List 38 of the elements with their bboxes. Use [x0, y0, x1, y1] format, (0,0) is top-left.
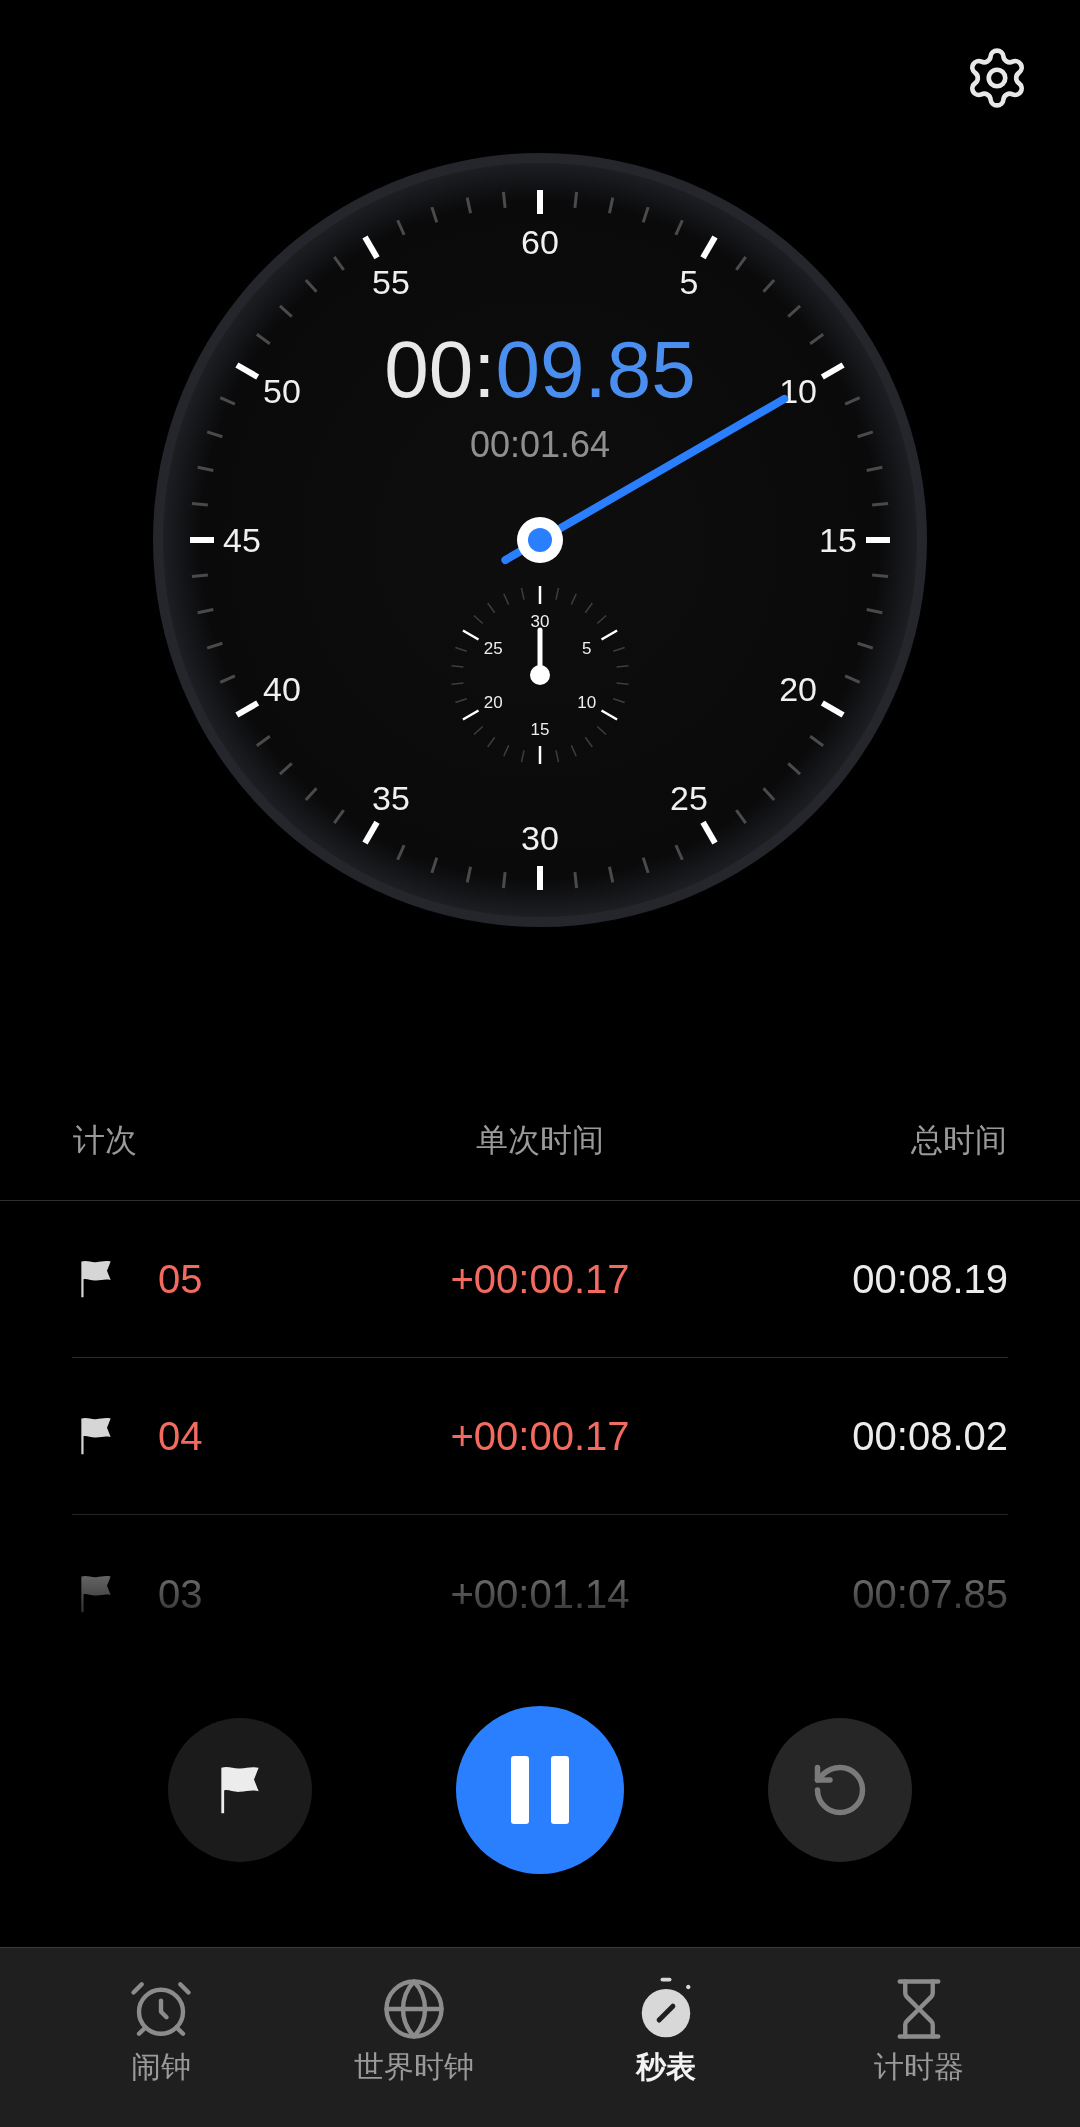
dial-number: 30: [521, 819, 559, 857]
dial-number: 15: [819, 521, 857, 559]
elapsed-time: 00:09.85: [384, 325, 696, 414]
dial-number: 50: [263, 372, 301, 410]
column-header: 总时间: [911, 1121, 1007, 1160]
subdial-hand: [530, 627, 550, 685]
dial-number: 40: [263, 670, 301, 708]
dial-number: 60: [521, 223, 559, 261]
total-time: 00:08.02: [852, 1413, 1008, 1460]
tab[interactable]: 闹钟: [35, 1948, 288, 2127]
subdial-number: 20: [483, 693, 503, 712]
split-time: +00:01.14: [450, 1570, 630, 1618]
subdial-number: 5: [582, 639, 592, 658]
tab[interactable]: 世界时钟: [287, 1948, 540, 2127]
lap-number: 03: [158, 1570, 203, 1618]
subdial-number: 15: [530, 720, 550, 739]
dial-number: 35: [372, 779, 410, 818]
subdial-number: 25: [483, 639, 503, 658]
subdial-number: 30: [530, 612, 550, 631]
dial-number: 25: [670, 779, 708, 818]
column-header: 计次: [73, 1121, 137, 1160]
pause-icon: [511, 1756, 569, 1824]
lap-number: 05: [158, 1256, 203, 1303]
tab[interactable]: 秒表: [540, 1948, 793, 2127]
column-header: 单次时间: [476, 1121, 604, 1160]
dial-number: 10: [779, 372, 817, 410]
split-time: +00:00.17: [450, 1413, 630, 1460]
dial-number: 5: [679, 262, 699, 301]
subdial-number: 10: [577, 693, 597, 712]
tab[interactable]: 计时器: [792, 1948, 1045, 2127]
dial-number: 55: [372, 262, 410, 301]
dial-number: 45: [223, 521, 261, 559]
total-time: 00:08.19: [852, 1256, 1008, 1303]
split-time: +00:00.17: [450, 1256, 630, 1303]
total-time: 00:07.85: [852, 1570, 1008, 1618]
lap-time: 00:01.64: [469, 424, 611, 465]
lap-number: 04: [158, 1413, 203, 1460]
dial-number: 20: [779, 670, 817, 708]
